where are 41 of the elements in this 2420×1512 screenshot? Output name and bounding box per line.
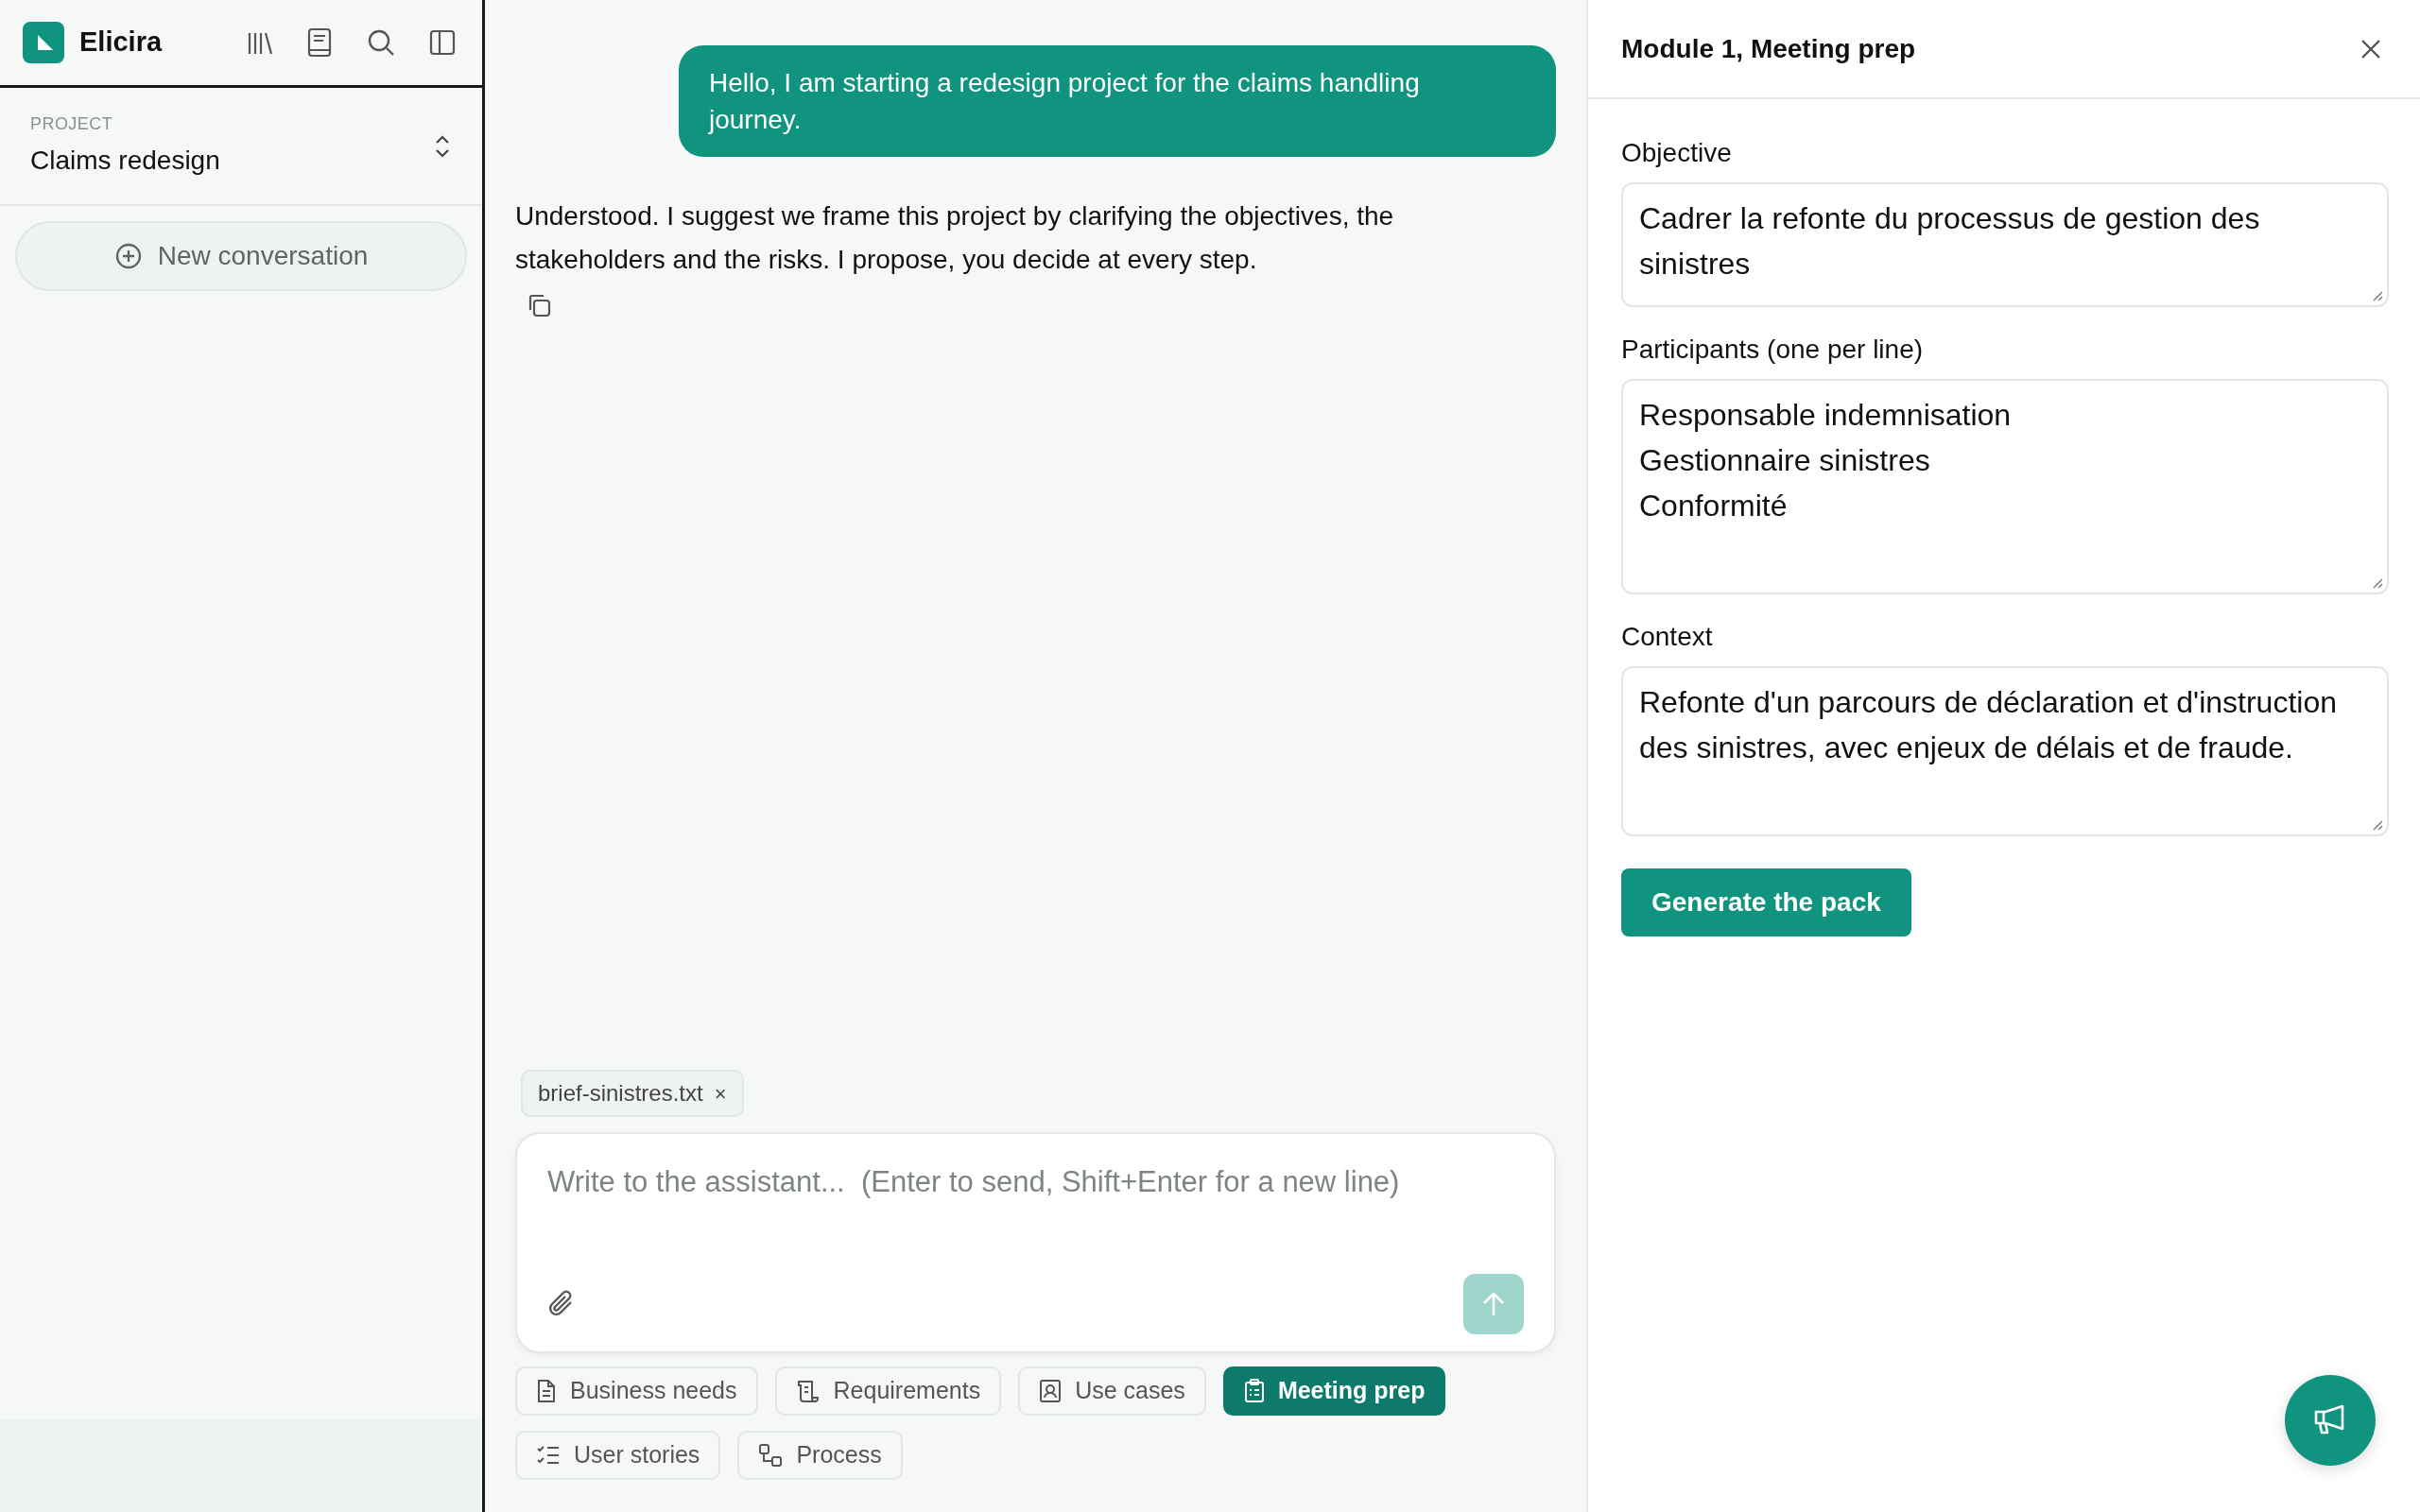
- flow-icon: [758, 1443, 784, 1468]
- module-button[interactable]: Use cases: [1018, 1366, 1206, 1416]
- clipboard-icon: [1243, 1379, 1265, 1403]
- logo-icon: [23, 22, 64, 63]
- panel-title: Module 1, Meeting prep: [1621, 32, 1916, 65]
- document-icon: [536, 1379, 557, 1403]
- module-button[interactable]: Requirements: [774, 1366, 1002, 1416]
- resize-handle-icon[interactable]: [2372, 819, 2383, 831]
- module-button[interactable]: Business needs: [515, 1366, 758, 1416]
- project-name: Claims redesign: [30, 145, 220, 177]
- sidebar-toggle-icon[interactable]: [429, 29, 456, 56]
- resize-handle-icon[interactable]: [2372, 577, 2383, 589]
- project-selector[interactable]: PROJECT Claims redesign: [0, 88, 482, 206]
- scroll-icon: [795, 1379, 821, 1403]
- module-button[interactable]: Process: [737, 1431, 903, 1480]
- checklist-icon: [536, 1444, 561, 1467]
- close-icon[interactable]: [2360, 37, 2382, 60]
- resize-handle-icon[interactable]: [2372, 290, 2383, 301]
- module-button[interactable]: User stories: [515, 1431, 721, 1480]
- app-name: Elicira: [79, 26, 163, 60]
- search-icon[interactable]: [367, 28, 395, 57]
- document-icon[interactable]: [306, 27, 333, 58]
- field-label: Objective: [1621, 137, 1733, 169]
- message-input[interactable]: Write to the assistant... (Enter to send, Shift+Enter for a new line): [547, 1160, 1524, 1205]
- generate-button[interactable]: Generate the pack: [1621, 868, 1911, 936]
- text-area[interactable]: Refonte d'un parcours de déclaration et d'instruction des sinistres, avec enjeux de délais et de fraude.: [1621, 666, 2389, 836]
- arrow-up-icon: [1481, 1291, 1506, 1317]
- user-card-icon: [1039, 1379, 1063, 1403]
- user-message: Hello, I am starting a redesign project for the claims handling journey.: [679, 45, 1556, 157]
- field-label: Context: [1621, 621, 1714, 653]
- new-conversation-button[interactable]: New conversation: [15, 221, 467, 291]
- plus-circle-icon: [113, 242, 143, 270]
- assistant-message: Understood. I suggest we frame this project by clarifying the objectives, the stakeholders and the risks. I propose, you decide at every step.: [515, 200, 1395, 276]
- project-label: PROJECT: [30, 113, 114, 135]
- attachment-name: brief-sinistres.txt: [538, 1079, 703, 1108]
- text-area[interactable]: Responsable indemnisation Gestionnaire sinistres Conformité: [1621, 379, 2389, 594]
- copy-icon[interactable]: [527, 293, 551, 318]
- remove-attachment-button[interactable]: ×: [714, 1077, 727, 1109]
- module-button[interactable]: Meeting prep: [1222, 1366, 1446, 1416]
- text-area[interactable]: Cadrer la refonte du processus de gestion des sinistres: [1621, 182, 2389, 307]
- field-label: Participants (one per line): [1621, 334, 1925, 366]
